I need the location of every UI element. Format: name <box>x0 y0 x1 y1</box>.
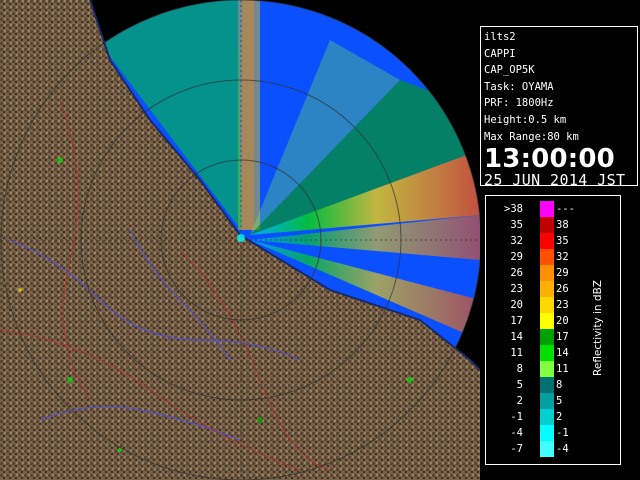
scale-color-swatch <box>540 361 554 377</box>
scale-lower-bound: 2 <box>516 395 523 407</box>
scale-upper-bound: 17 <box>556 331 569 343</box>
scale-color-swatch <box>540 313 554 329</box>
scale-upper-bound: -4 <box>556 443 569 455</box>
scale-row: 32 35 <box>486 233 622 249</box>
radar-id: ilts2 <box>484 31 516 43</box>
scale-row: -1 2 <box>486 409 622 425</box>
product-name: CAPPI <box>484 47 516 60</box>
scale-title: Reflectivity in dBZ <box>592 280 604 376</box>
scale-lower-bound: 14 <box>510 331 523 343</box>
scale-upper-bound: 29 <box>556 267 569 279</box>
scale-lower-bound: 23 <box>510 283 523 295</box>
scale-upper-bound: -1 <box>556 427 569 439</box>
height-value: Height:0.5 km <box>484 113 567 126</box>
scale-upper-bound: 14 <box>556 347 569 359</box>
scale-row: 25 <box>486 393 622 409</box>
scale-color-swatch <box>540 217 554 233</box>
scale-lower-bound: 26 <box>510 267 523 279</box>
scale-color-swatch <box>540 329 554 345</box>
scale-upper-bound: 11 <box>556 363 569 375</box>
scale-row: 26 29 <box>486 265 622 281</box>
scale-lower-bound: 11 <box>510 347 523 359</box>
scale-row: 29 32 <box>486 249 622 265</box>
task-name: Task: OYAMA <box>484 80 554 93</box>
scale-upper-bound: 2 <box>556 411 563 423</box>
scale-lower-bound: 32 <box>510 235 523 247</box>
scale-row: -7 -4 <box>486 441 622 457</box>
scale-color-swatch <box>540 249 554 265</box>
scale-row: >38 --- <box>486 201 622 217</box>
scale-lower-bound: 29 <box>510 251 523 263</box>
info-panel: ilts2 CAPPI CAP_OP5K Task: OYAMA PRF: 18… <box>480 26 638 190</box>
prf-value: PRF: 1800Hz <box>484 97 554 110</box>
scale-lower-bound: -4 <box>510 427 523 439</box>
scale-row: -4 -1 <box>486 425 622 441</box>
scale-color-swatch <box>540 265 554 281</box>
scale-upper-bound: 32 <box>556 251 569 263</box>
radar-site <box>237 234 245 242</box>
scale-color-swatch <box>540 297 554 313</box>
scale-color-swatch <box>540 377 554 393</box>
scale-upper-bound: 20 <box>556 315 569 327</box>
scale-lower-bound: 8 <box>516 363 523 375</box>
scale-upper-bound: 38 <box>556 219 569 231</box>
scale-row: 35 38 <box>486 217 622 233</box>
scale-color-swatch <box>540 393 554 409</box>
scale-lower-bound: >38 <box>504 203 523 215</box>
radar-map <box>0 0 480 480</box>
scale-color-swatch <box>540 409 554 425</box>
scale-lower-bound: 35 <box>510 219 523 231</box>
observation-date: 25 JUN 2014 JST <box>484 171 626 190</box>
scale-upper-bound: 5 <box>556 395 563 407</box>
scale-color-swatch <box>540 345 554 361</box>
scale-lower-bound: -1 <box>510 411 523 423</box>
scale-color-swatch <box>540 201 554 217</box>
scale-upper-bound: 35 <box>556 235 569 247</box>
scale-color-swatch <box>540 425 554 441</box>
scale-color-swatch <box>540 281 554 297</box>
scale-upper-bound: 26 <box>556 283 569 295</box>
config-name: CAP_OP5K <box>484 64 535 77</box>
scale-color-swatch <box>540 441 554 457</box>
scale-upper-bound: 23 <box>556 299 569 311</box>
max-range-value: Max Range:80 km <box>484 130 579 143</box>
scale-lower-bound: 17 <box>510 315 523 327</box>
observation-time: 13:00:00 <box>484 144 615 175</box>
scale-upper-bound: --- <box>556 203 575 215</box>
scale-row: 58 <box>486 377 622 393</box>
scale-lower-bound: -7 <box>510 443 523 455</box>
scale-lower-bound: 5 <box>516 379 523 391</box>
scale-upper-bound: 8 <box>556 379 563 391</box>
scale-color-swatch <box>540 233 554 249</box>
scale-lower-bound: 20 <box>510 299 523 311</box>
